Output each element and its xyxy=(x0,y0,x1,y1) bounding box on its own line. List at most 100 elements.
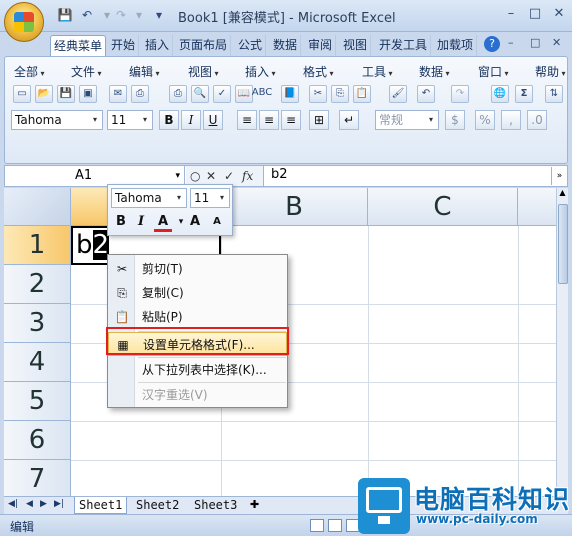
cut-icon[interactable]: ✂ xyxy=(309,85,327,103)
mini-font-color-button[interactable]: A xyxy=(154,213,172,232)
percent-button[interactable]: % xyxy=(475,110,495,130)
sheet-tab-sheet3[interactable]: Sheet3 xyxy=(190,497,241,514)
next-sheet-icon[interactable]: ▶ xyxy=(40,499,47,509)
first-sheet-icon[interactable]: ◀| xyxy=(8,499,18,509)
tab-home[interactable]: 开始 xyxy=(108,35,140,56)
close-button[interactable]: ✕ xyxy=(548,5,570,23)
row-header-3[interactable]: 3 xyxy=(4,304,71,343)
help-icon[interactable]: ? xyxy=(484,36,500,52)
cell-a1-text[interactable]: b2 xyxy=(76,229,110,261)
column-header-b[interactable]: B xyxy=(221,188,368,226)
format-painter-icon[interactable]: 🖌 xyxy=(389,85,407,103)
font-size-combo[interactable]: 11 ▾ xyxy=(107,110,153,130)
doc-restore-button[interactable]: □ xyxy=(530,36,540,49)
spelling-icon[interactable]: ✓ xyxy=(213,85,231,103)
redo-dropdown-icon[interactable]: ▾ xyxy=(130,7,148,23)
mini-font-size-combo[interactable]: 11 ▾ xyxy=(190,188,230,208)
confirm-entry-icon[interactable]: ✓ xyxy=(224,166,234,186)
customize-quick-access-icon[interactable]: ▾ xyxy=(150,7,168,23)
comma-button[interactable]: , xyxy=(501,110,521,130)
open-icon[interactable]: 📂 xyxy=(35,85,53,103)
doc-minimize-button[interactable]: – xyxy=(508,36,514,49)
increase-decimal-icon[interactable]: .0 xyxy=(527,110,547,130)
row-header-5[interactable]: 5 xyxy=(4,382,71,421)
vertical-scrollbar[interactable]: ▲ xyxy=(556,188,568,496)
sort-icon[interactable]: ⇅ xyxy=(545,85,563,103)
menu-edit[interactable]: 编辑 xyxy=(129,63,160,80)
copy-icon[interactable]: ⎘ xyxy=(331,85,349,103)
email-icon[interactable]: ✉ xyxy=(109,85,127,103)
mini-grow-font-button[interactable]: A xyxy=(186,213,204,231)
permission-icon[interactable]: ▣ xyxy=(79,85,97,103)
minimize-button[interactable]: – xyxy=(500,5,522,23)
merge-center-icon[interactable]: ⊞ xyxy=(309,110,329,130)
menu-item-paste[interactable]: 📋 粘贴(P) xyxy=(108,305,287,329)
menu-format[interactable]: 格式 xyxy=(303,63,334,80)
preview-icon[interactable]: 🔍 xyxy=(191,85,209,103)
menu-item-pick-from-list[interactable]: 从下拉列表中选择(K)... xyxy=(108,358,287,382)
prev-sheet-icon[interactable]: ◀ xyxy=(26,499,33,509)
restore-button[interactable]: □ xyxy=(524,5,546,23)
hyperlink-icon[interactable]: 🌐 xyxy=(491,85,509,103)
tab-insert[interactable]: 插入 xyxy=(142,35,174,56)
menu-item-cut[interactable]: ✂ 剪切(T) xyxy=(108,257,287,281)
undo-icon[interactable]: ↶ xyxy=(417,85,435,103)
menu-file[interactable]: 文件 xyxy=(71,63,102,80)
column-header-c[interactable]: C xyxy=(368,188,518,226)
formula-input[interactable]: b2 xyxy=(271,167,288,182)
cancel-entry-icon[interactable]: ✕ xyxy=(206,166,216,186)
redo-icon[interactable]: ↷ xyxy=(451,85,469,103)
autosum-icon[interactable]: Σ xyxy=(515,85,533,103)
row-header-1[interactable]: 1 xyxy=(4,226,71,265)
mini-italic-button[interactable]: I xyxy=(132,213,150,231)
mini-shrink-font-button[interactable]: A xyxy=(208,213,226,231)
paste-icon[interactable]: 📋 xyxy=(353,85,371,103)
tab-formulas[interactable]: 公式 xyxy=(235,35,267,56)
format-painter-check-icon[interactable]: ABC xyxy=(251,85,273,103)
thesaurus-icon[interactable]: 📘 xyxy=(281,85,299,103)
tab-classic-menu[interactable]: 经典菜单 xyxy=(50,35,107,56)
scroll-up-icon[interactable]: ▲ xyxy=(557,188,568,202)
mini-bold-button[interactable]: B xyxy=(112,213,130,231)
sheet-tab-sheet1[interactable]: Sheet1 xyxy=(74,497,128,514)
save-icon[interactable]: 💾 xyxy=(57,85,75,103)
insert-function-button[interactable]: fx xyxy=(242,166,253,186)
row-header-6[interactable]: 6 xyxy=(4,421,71,460)
bold-button[interactable]: B xyxy=(159,110,179,130)
expand-formula-bar-icon[interactable]: » xyxy=(551,167,567,185)
name-box[interactable]: A1 ▾ xyxy=(5,166,185,186)
currency-icon[interactable]: $ xyxy=(445,110,465,130)
sheet-tab-sheet2[interactable]: Sheet2 xyxy=(132,497,183,514)
menu-tools[interactable]: 工具 xyxy=(362,63,393,80)
tab-view[interactable]: 视图 xyxy=(340,35,372,56)
menu-data[interactable]: 数据 xyxy=(419,63,450,80)
underline-button[interactable]: U xyxy=(203,110,223,130)
save-icon[interactable]: 💾 xyxy=(56,7,74,23)
menu-window[interactable]: 窗口 xyxy=(478,63,509,80)
wrap-text-icon[interactable]: ↵ xyxy=(339,110,359,130)
menu-item-copy[interactable]: ⎘ 复制(C) xyxy=(108,281,287,305)
select-all-button[interactable] xyxy=(4,188,71,226)
column-header-d[interactable] xyxy=(518,188,556,226)
doc-close-button[interactable]: ✕ xyxy=(552,36,561,49)
new-icon[interactable]: ▭ xyxy=(13,85,31,103)
tab-addins[interactable]: 加载项 xyxy=(434,35,478,56)
tab-developer[interactable]: 开发工具 xyxy=(376,35,432,56)
font-name-combo[interactable]: Tahoma ▾ xyxy=(11,110,103,130)
scroll-thumb[interactable] xyxy=(558,204,568,284)
tab-review[interactable]: 审阅 xyxy=(305,35,337,56)
undo-icon[interactable]: ↶ xyxy=(78,7,96,23)
align-right-icon[interactable]: ≡ xyxy=(281,110,301,130)
row-header-2[interactable]: 2 xyxy=(4,265,71,304)
mini-font-name-combo[interactable]: Tahoma ▾ xyxy=(111,188,187,208)
italic-button[interactable]: I xyxy=(181,110,201,130)
normal-view-icon[interactable] xyxy=(310,519,324,532)
print-preview-icon[interactable]: ⎙ xyxy=(131,85,149,103)
row-header-4[interactable]: 4 xyxy=(4,343,71,382)
tab-data[interactable]: 数据 xyxy=(270,35,302,56)
menu-insert[interactable]: 插入 xyxy=(245,63,276,80)
tab-page-layout[interactable]: 页面布局 xyxy=(176,35,232,56)
print-icon[interactable]: ⎙ xyxy=(169,85,187,103)
menu-help[interactable]: 帮助 xyxy=(535,63,566,80)
menu-all[interactable]: 全部 xyxy=(14,63,45,80)
